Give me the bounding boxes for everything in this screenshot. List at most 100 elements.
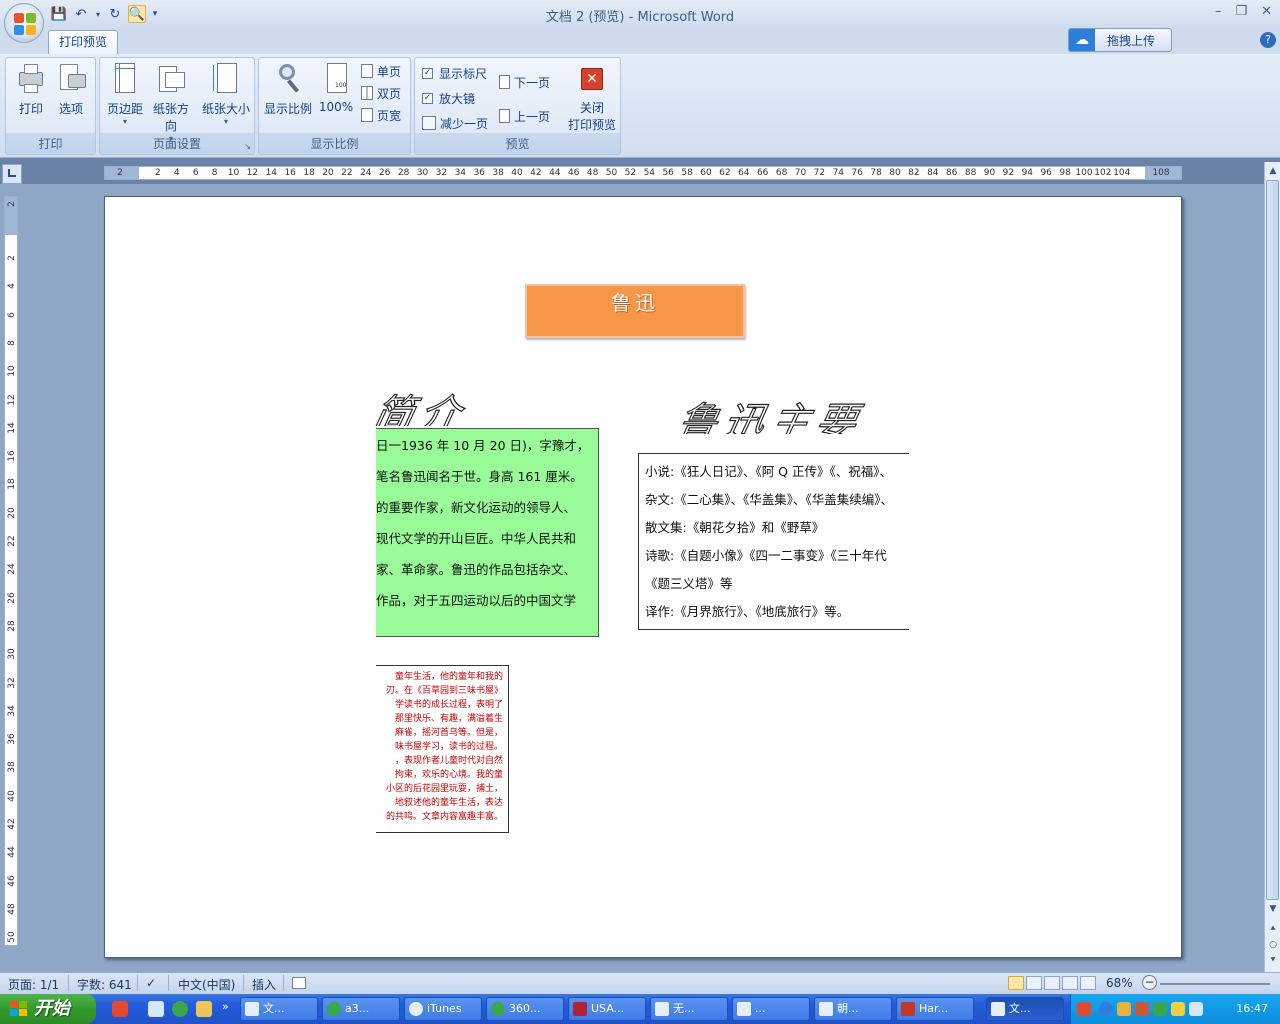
full-screen-view-icon[interactable] — [1026, 976, 1042, 990]
shrink-one-page-button[interactable]: 减少一页 — [422, 113, 488, 133]
prev-page-nav-icon[interactable]: ⯅ — [1267, 924, 1279, 934]
paper-size-icon — [211, 62, 241, 96]
input-method-icon[interactable] — [1077, 1002, 1091, 1016]
zoom-level[interactable]: 68% — [1106, 976, 1133, 990]
shield-icon[interactable] — [1117, 1002, 1131, 1016]
ruler-tick-label: 54 — [643, 168, 656, 178]
childhood-text-line: 学读书的成长过程，表明了 — [394, 700, 503, 710]
volume-icon[interactable] — [1189, 1002, 1203, 1016]
tab-print-preview[interactable]: 打印预览 — [48, 30, 119, 54]
taskbar-item[interactable]: 朝... — [814, 997, 892, 1021]
browse-object-icon[interactable]: ○ — [1267, 940, 1279, 950]
two-pages-button[interactable]: 双页 — [361, 83, 401, 103]
intro-wordart-title[interactable]: 简介 — [371, 382, 530, 426]
ruler-tick-label: 44 — [7, 846, 17, 859]
vertical-scrollbar[interactable]: ▲ ▼ ⯅ ○ ⯆ — [1264, 162, 1280, 972]
page-width-button[interactable]: 页宽 — [361, 105, 401, 125]
ruler-tick-label: 70 — [794, 168, 807, 178]
system-tray: 16:47 — [1070, 994, 1280, 1024]
macro-record-icon[interactable] — [292, 977, 306, 989]
one-page-icon — [361, 64, 373, 78]
itunes-icon — [409, 1002, 423, 1016]
outline-view-icon[interactable] — [1062, 976, 1078, 990]
magnifier-checkbox[interactable]: ✓ 放大镜 — [422, 88, 475, 108]
childhood-text-line: 味书屋学习，读书的过程。 — [394, 742, 503, 752]
ruler-tick-label: 64 — [738, 168, 750, 178]
zoom-out-icon[interactable]: − — [1142, 975, 1157, 990]
word-count[interactable]: 字数: 641 — [77, 976, 132, 993]
quicklaunch-expand-icon[interactable]: » — [222, 1000, 229, 1013]
cloud-upload-icon: ☁ — [1069, 29, 1095, 51]
print-layout-view-icon[interactable] — [1008, 976, 1024, 990]
quicklaunch-folder-icon[interactable] — [196, 1001, 212, 1017]
taskbar-item-active[interactable]: 文... — [986, 997, 1064, 1021]
taskbar-item[interactable]: ... — [732, 997, 810, 1021]
start-button[interactable]: 开始 — [0, 994, 96, 1024]
intro-textbox[interactable]: 日一1936 年 10 月 20 日)，字豫才， 笔名鲁迅闻名于世。身高 161 … — [376, 428, 599, 637]
scrollbar-thumb[interactable] — [1266, 180, 1279, 900]
dialog-launcher-icon[interactable]: ↘ — [244, 142, 251, 151]
insert-mode[interactable]: 插入 — [252, 976, 276, 993]
page-count[interactable]: 页面: 1/1 — [8, 976, 59, 993]
tray-expand-icon[interactable] — [1099, 1002, 1113, 1016]
taskbar-item[interactable]: USA... — [568, 997, 646, 1021]
taskbar-item[interactable]: a3... — [322, 997, 400, 1021]
minimize-icon[interactable]: – — [1215, 4, 1222, 19]
next-page-icon — [499, 75, 510, 89]
language-indicator[interactable]: 中文(中国) — [178, 976, 235, 993]
zoom-slider[interactable] — [1160, 983, 1270, 985]
help-icon[interactable]: ? — [1260, 32, 1276, 48]
close-icon[interactable]: ✕ — [1261, 4, 1272, 19]
size-button[interactable]: 纸张大小 ▾ — [200, 60, 252, 138]
upload-button[interactable]: ☁ 拖拽上传 — [1068, 28, 1172, 52]
restore-icon[interactable]: ❐ — [1235, 4, 1247, 19]
draft-view-icon[interactable] — [1080, 976, 1096, 990]
main-title-box[interactable]: 鲁迅 — [525, 284, 745, 338]
security-icon[interactable] — [1153, 1002, 1167, 1016]
office-button[interactable] — [4, 3, 44, 43]
next-page-nav-icon[interactable]: ⯆ — [1267, 956, 1279, 966]
ruler-tick-label: 88 — [964, 168, 977, 178]
web-layout-view-icon[interactable] — [1044, 976, 1060, 990]
taskbar-item[interactable]: 无... — [650, 997, 728, 1021]
close-preview-button[interactable]: ✕ 关闭 打印预览 — [565, 60, 619, 138]
proofing-icon[interactable]: ✓ — [146, 976, 156, 990]
quicklaunch-app-icon[interactable] — [112, 1001, 128, 1017]
upload-label: 拖拽上传 — [1107, 33, 1156, 48]
two-pages-label: 双页 — [377, 86, 402, 101]
taskbar-item[interactable]: 文... — [240, 997, 318, 1021]
network-icon[interactable] — [1135, 1002, 1149, 1016]
scroll-up-icon[interactable]: ▲ — [1267, 166, 1279, 176]
taskbar-item[interactable]: 360... — [486, 997, 564, 1021]
ruler-tick-label: 42 — [530, 168, 542, 178]
prev-page-button[interactable]: 上一页 — [499, 106, 550, 126]
works-wordart-title[interactable]: 鲁迅主要 — [675, 390, 912, 434]
childhood-textbox[interactable]: 童年生活，他的童年和我的 刃。在《百草园到三味书屋》 学读书的成长过程，表明了 那里快… — [376, 665, 509, 833]
works-textbox[interactable]: 小说:《狂人日记》、《阿 Q 正传》《、祝福》、 杂文:《二心集》、《华盖集》、《… — [638, 453, 909, 630]
next-page-button[interactable]: 下一页 — [499, 72, 550, 92]
360-icon — [491, 1002, 505, 1016]
zoom-100-button[interactable]: 100 100% — [315, 60, 357, 138]
ruler-tick-label: 86 — [945, 168, 958, 178]
vertical-ruler[interactable]: 2 2 4 6 8 10 12 14 16 18 20 22 24 26 28 30 32 34 36 38 40 42 4… — [4, 196, 18, 946]
app-icon — [901, 1002, 915, 1016]
page-100-icon: 100 — [321, 62, 351, 96]
orientation-button[interactable]: 纸张方向 ▾ — [148, 60, 194, 143]
horizontal-ruler[interactable]: 2 2 4 6 8 10 12 14 16 18 20 22 24 26 28 30 32 34 36 38 40 42 4… — [104, 166, 1182, 180]
childhood-text-line: 麻雀，摇河首乌等。但是， — [394, 728, 503, 738]
options-button[interactable]: 选项 — [48, 60, 94, 138]
taskbar-item[interactable]: Har... — [896, 997, 974, 1021]
zoom-button[interactable]: 显示比例 — [261, 60, 315, 138]
intro-text-line: 笔名鲁迅闻名于世。身高 161 厘米。 — [376, 469, 583, 484]
antivirus-icon[interactable] — [1171, 1002, 1185, 1016]
tab-selector-icon[interactable] — [2, 164, 22, 184]
orientation-label: 纸张方向 — [152, 102, 189, 133]
quicklaunch-desktop-icon[interactable] — [148, 1001, 164, 1017]
taskbar-item[interactable]: iTunes — [404, 997, 482, 1021]
one-page-button[interactable]: 单页 — [361, 61, 401, 81]
ruler-tick-label: 16 — [284, 168, 296, 178]
quicklaunch-browser-icon[interactable] — [172, 1001, 188, 1017]
margins-button[interactable]: 页边距 ▾ — [102, 60, 148, 138]
show-ruler-checkbox[interactable]: ✓ 显示标尺 — [422, 63, 487, 83]
scroll-down-icon[interactable]: ▼ — [1267, 904, 1279, 914]
